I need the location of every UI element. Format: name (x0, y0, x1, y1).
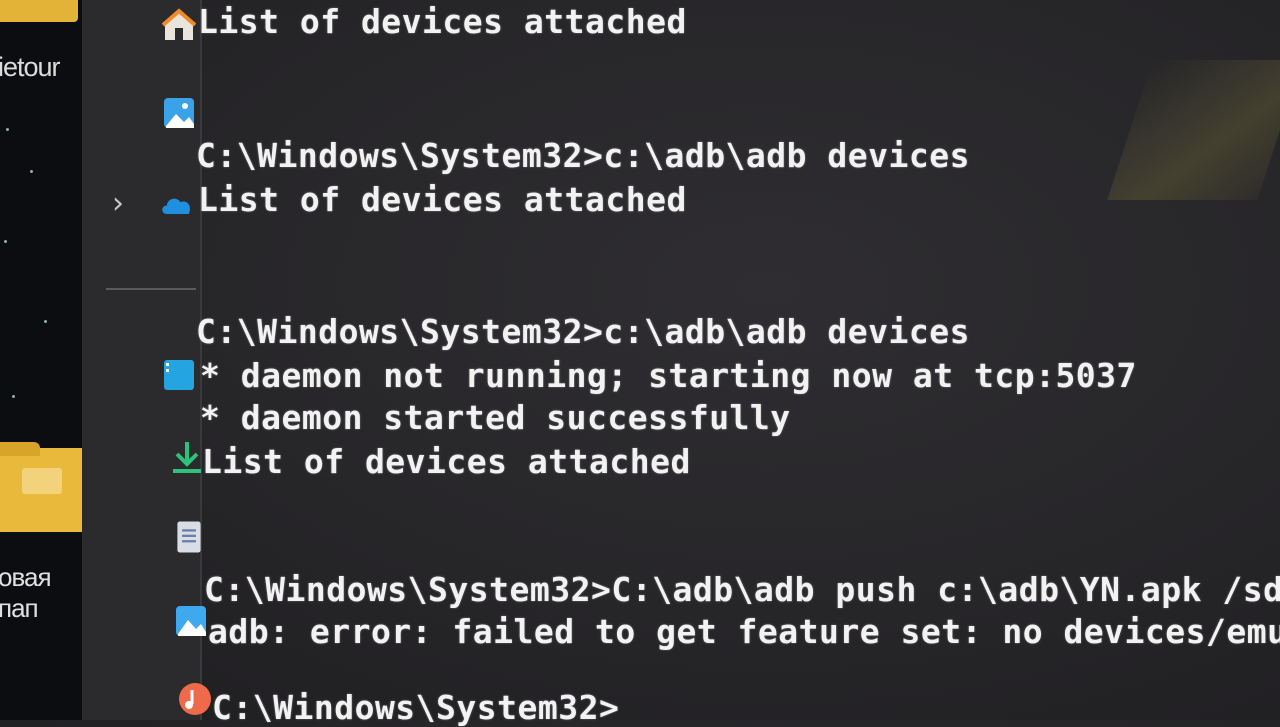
terminal-line: List of devices attached (202, 442, 691, 481)
terminal-error-line: adb: error: failed to get feature set: n… (208, 612, 1280, 651)
terminal-prompt[interactable]: C:\Windows\System32> (212, 688, 619, 727)
terminal-command-line: C:\Windows\System32>c:\adb\adb devices (196, 136, 970, 175)
terminal-output[interactable]: List of devices attached C:\Windows\Syst… (0, 0, 1280, 727)
terminal-line: * daemon not running; starting now at tc… (200, 356, 1137, 395)
terminal-line: * daemon started successfully (200, 398, 791, 437)
terminal-line: List of devices attached (198, 2, 687, 41)
terminal-command-line: C:\Windows\System32>c:\adb\adb devices (196, 312, 970, 351)
terminal-line: List of devices attached (198, 180, 687, 219)
terminal-command-line: C:\Windows\System32>C:\adb\adb push c:\a… (204, 570, 1280, 609)
